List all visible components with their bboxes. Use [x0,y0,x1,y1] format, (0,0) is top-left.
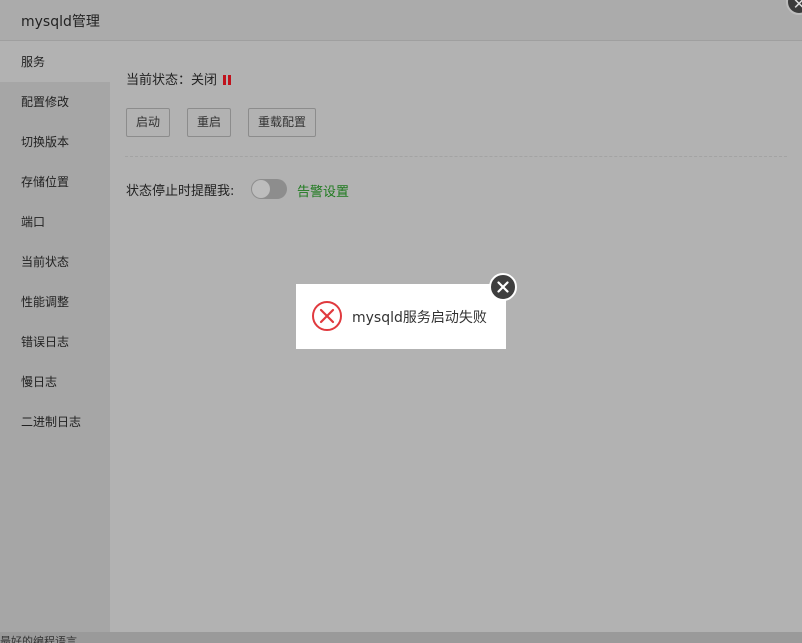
sidebar-item-error-log[interactable]: 错误日志 [0,322,110,362]
background-page-text: 最好的编程语言 [0,635,77,643]
sidebar-item-label: 配置修改 [21,95,70,109]
toast-close-button[interactable] [489,273,517,301]
sidebar-item-storage[interactable]: 存储位置 [0,162,110,202]
status-label: 当前状态： [126,73,192,88]
sidebar-item-label: 端口 [21,215,46,229]
sidebar-item-label: 二进制日志 [21,415,82,429]
sidebar-item-label: 错误日志 [21,335,70,349]
toast-message: mysqld服务启动失败 [352,310,487,326]
divider [125,156,787,157]
sidebar-item-label: 性能调整 [21,295,70,309]
sidebar-item-slow-log[interactable]: 慢日志 [0,362,110,402]
toggle-knob [252,180,270,198]
sidebar: 服务 配置修改 切换版本 存储位置 端口 当前状态 性能调整 错误日志 慢日志 … [0,42,110,632]
sidebar-item-label: 当前状态 [21,255,70,269]
sidebar-item-label: 服务 [21,55,46,69]
close-icon [497,281,509,293]
sidebar-item-status[interactable]: 当前状态 [0,242,110,282]
sidebar-item-label: 切换版本 [21,135,70,149]
background-page-strip: 最好的编程语言 [0,632,802,643]
sidebar-item-port[interactable]: 端口 [0,202,110,242]
reload-config-button[interactable]: 重载配置 [248,108,317,137]
alert-on-stop-toggle[interactable] [251,179,287,199]
status-value: 关闭 [191,73,218,88]
window-titlebar: mysqld管理 [0,0,802,41]
alert-settings-link[interactable]: 告警设置 [297,181,349,200]
current-status: 当前状态：关闭 [126,69,232,88]
error-toast: mysqld服务启动失败 [296,284,506,349]
sidebar-item-label: 慢日志 [21,375,58,389]
alert-on-stop-label: 状态停止时提醒我: [126,184,235,199]
sidebar-item-label: 存储位置 [21,175,70,189]
restart-button[interactable]: 重启 [187,108,232,137]
pause-icon [223,75,232,85]
error-circle-icon [312,301,342,331]
sidebar-item-config[interactable]: 配置修改 [0,82,110,122]
close-icon: ✕ [792,0,802,13]
sidebar-item-binlog[interactable]: 二进制日志 [0,402,110,442]
sidebar-item-performance[interactable]: 性能调整 [0,282,110,322]
start-button[interactable]: 启动 [126,108,171,137]
sidebar-item-version[interactable]: 切换版本 [0,122,110,162]
window-title: mysqld管理 [21,14,100,30]
sidebar-item-service[interactable]: 服务 [0,42,110,82]
